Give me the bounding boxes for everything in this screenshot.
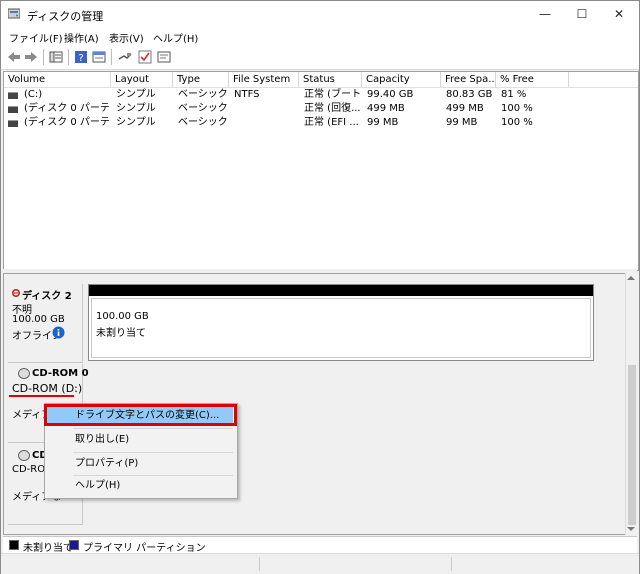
toolbar-separator [68,49,69,65]
menu-action[interactable]: 操作(A) [64,30,99,45]
volume-list-header: Volume Layout Type File System Status Ca… [4,72,638,88]
table-row[interactable]: (ディスク 0 パーティシ... シンプル ベーシック 正常 (回復... 49… [4,102,638,116]
scroll-up-icon[interactable] [627,276,635,280]
menu-item-help[interactable]: ヘルプ(H) [47,476,233,496]
cell-free-space: 99 MB [446,117,478,128]
column-header-free-space[interactable]: Free Spa... [441,72,496,87]
menu-view[interactable]: 表示(V) [109,30,144,45]
column-header-capacity[interactable]: Capacity [362,72,441,87]
vertical-scrollbar[interactable] [625,273,638,535]
title-bar[interactable]: ディスクの管理 — ☐ ✕ [1,1,639,27]
volume-icon [8,106,18,113]
disk-offline-icon [12,289,20,297]
properties-icon[interactable] [92,50,106,64]
cell-capacity: 99 MB [367,117,399,128]
menu-item-label: 取り出し(E) [75,434,130,445]
status-separator [451,557,452,571]
menu-item-properties[interactable]: プロパティ(P) [47,454,233,474]
settings-icon[interactable] [157,50,171,64]
minimize-button[interactable]: — [531,4,559,24]
table-row[interactable]: (C:) シンプル ベーシック NTFS 正常 (ブート... 99.40 GB… [4,88,638,102]
legend-unallocated-swatch [9,540,19,550]
forward-arrow-icon[interactable] [24,50,38,64]
toolbar-separator [111,49,112,65]
legend-unallocated-label: 未割り当て [23,543,73,554]
volume-list: Volume Layout Type File System Status Ca… [3,71,639,271]
cell-type: ベーシック [178,89,228,100]
menu-item-label: プロパティ(P) [75,458,139,469]
check-icon[interactable] [138,50,152,64]
disk-management-app-icon [8,8,20,19]
menu-item-label: ヘルプ(H) [75,480,121,491]
cell-capacity: 99.40 GB [367,89,414,100]
annotation-underline [9,395,74,397]
annotation-highlight-box [44,404,237,426]
cell-free-space: 80.83 GB [446,89,493,100]
cell-status: 正常 (回復... [304,103,360,114]
info-icon[interactable] [52,326,65,339]
disk2-partition[interactable]: 100.00 GB 未割り当て [88,284,594,361]
console-tree-icon[interactable] [49,50,63,64]
cell-volume: (ディスク 0 パーティシ... [24,117,110,128]
column-header-type[interactable]: Type [173,72,229,87]
toolbar: ? [1,45,639,70]
maximize-button[interactable]: ☐ [568,4,596,24]
legend: 未割り当て プライマリ パーティション [3,536,637,554]
cd-drive-icon [18,368,30,379]
help-icon[interactable]: ? [74,50,88,64]
cell-layout: シンプル [116,89,156,100]
unallocated-bar [89,285,593,296]
column-header-file-system[interactable]: File System [229,72,299,87]
partition-size: 100.00 GB [96,311,149,322]
volume-icon [8,92,18,99]
cell-file-system: NTFS [234,89,260,100]
cell-type: ベーシック [178,117,228,128]
cdrom0-drive: CD-ROM (D:) [12,382,83,395]
cdrom0-name: CD-ROM 0 [32,368,89,379]
table-row[interactable]: (ディスク 0 パーティシ... シンプル ベーシック 正常 (EFI ... … [4,116,638,130]
cell-layout: シンプル [116,117,156,128]
disk-management-window: ディスクの管理 — ☐ ✕ ファイル(F) 操作(A) 表示(V) ヘルプ(H)… [0,0,640,574]
column-header-volume[interactable]: Volume [4,72,111,87]
partition-details: 100.00 GB 未割り当て [91,298,591,358]
column-header-layout[interactable]: Layout [111,72,173,87]
cell-free-space: 499 MB [446,103,484,114]
status-bar [1,553,639,574]
cd-drive-icon [18,450,30,461]
menu-separator [73,428,233,429]
legend-primary-label: プライマリ パーティション [83,543,206,554]
column-header-percent-free[interactable]: % Free [496,72,569,87]
cell-type: ベーシック [178,103,228,114]
scroll-down-icon[interactable] [627,527,635,531]
toolbar-separator [43,49,44,65]
disk2-size: 100.00 GB [12,314,65,325]
column-header-status[interactable]: Status [299,72,362,87]
status-separator [259,557,260,571]
cell-percent-free: 100 % [501,117,533,128]
cell-percent-free: 100 % [501,103,533,114]
cell-status: 正常 (ブート... [304,89,360,100]
menu-file[interactable]: ファイル(F) [9,30,63,45]
window-title: ディスクの管理 [27,10,104,23]
svg-text:?: ? [78,53,83,64]
menu-item-eject[interactable]: 取り出し(E) [47,430,233,450]
close-button[interactable]: ✕ [605,4,633,24]
cell-layout: シンプル [116,103,156,114]
cell-percent-free: 81 % [501,89,527,100]
cell-capacity: 499 MB [367,103,405,114]
partition-state: 未割り当て [96,328,146,339]
menu-bar: ファイル(F) 操作(A) 表示(V) ヘルプ(H) [1,27,639,45]
cell-status: 正常 (EFI ... [304,117,359,128]
menu-help[interactable]: ヘルプ(H) [153,30,198,45]
back-arrow-icon[interactable] [7,50,21,64]
connect-icon[interactable] [118,50,132,64]
menu-separator [73,452,233,453]
cell-volume: (C:) [24,89,43,100]
cell-volume: (ディスク 0 パーティシ... [24,103,110,114]
scroll-thumb[interactable] [628,365,636,525]
volume-icon [8,120,18,127]
disk2-info[interactable]: ディスク 2 不明 100.00 GB オフライン [8,284,83,363]
disk2-name: ディスク 2 [22,291,72,302]
legend-primary-swatch [69,540,79,550]
